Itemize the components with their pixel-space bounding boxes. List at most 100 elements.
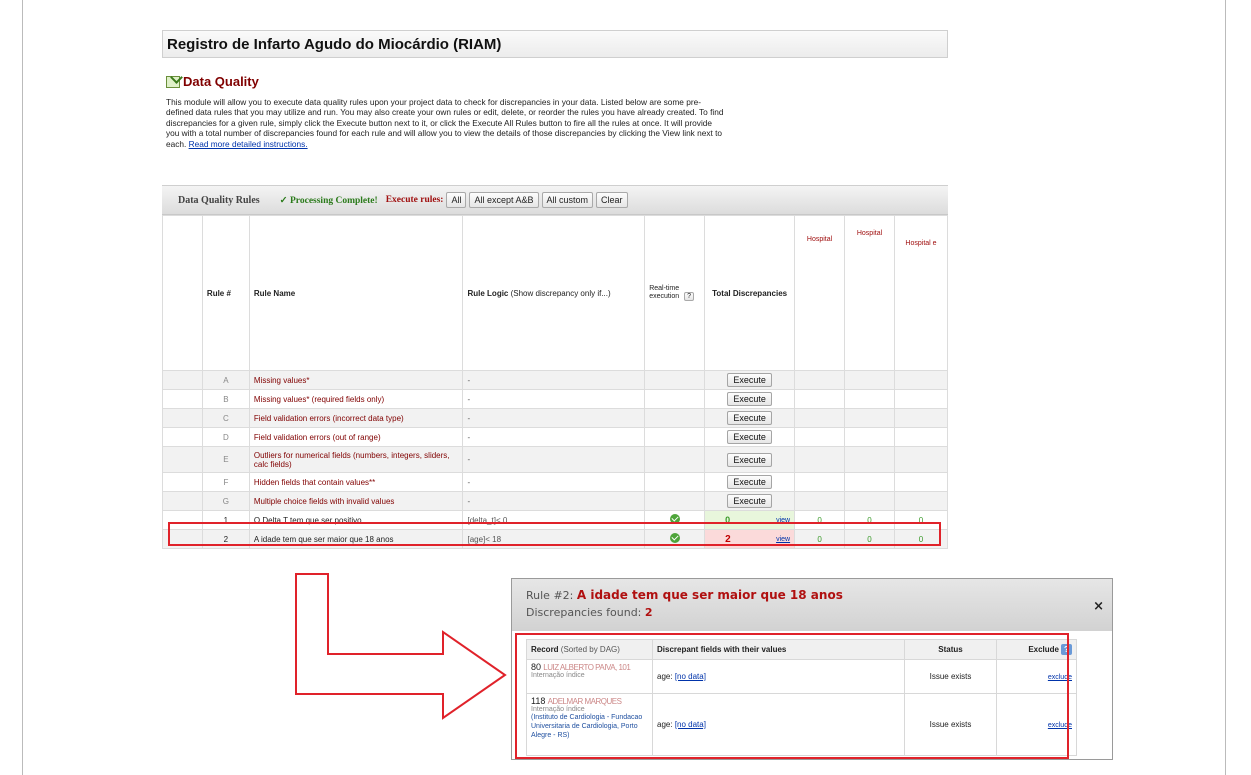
module-title-text: Data Quality	[183, 74, 259, 89]
rule-row: F Hidden fields that contain values** - …	[162, 472, 949, 492]
rule-name: Field validation errors (incorrect data …	[248, 408, 464, 428]
rule-name: Hidden fields that contain values**	[248, 472, 464, 492]
execute-button[interactable]: Execute	[727, 430, 772, 444]
rule-name: Missing values* (required fields only)	[248, 389, 464, 409]
realtime-cell	[644, 446, 706, 473]
rule-num: B	[201, 389, 250, 409]
rule-row: B Missing values* (required fields only)…	[162, 389, 949, 409]
rule-num: F	[201, 472, 250, 492]
rule-num: D	[201, 427, 250, 447]
total-cell: Execute	[704, 408, 796, 428]
rules-table: Rule # Rule Name Rule Logic (Show discre…	[162, 215, 949, 549]
hosp-cell	[844, 370, 895, 390]
rules-header-row: Rule # Rule Name Rule Logic (Show discre…	[162, 215, 949, 371]
hospital-header-2: Hospital	[844, 215, 895, 371]
hosp-cell	[893, 446, 949, 473]
blank-cell	[162, 472, 203, 492]
realtime-cell	[644, 427, 706, 447]
rule-name: Missing values*	[248, 370, 464, 390]
rule-row: C Field validation errors (incorrect dat…	[162, 408, 949, 428]
rule-logic: -	[462, 472, 646, 492]
rule-name: Multiple choice fields with invalid valu…	[248, 491, 464, 511]
rule-name: Field validation errors (out of range)	[248, 427, 464, 447]
hosp-cell	[794, 472, 846, 492]
hospital-header-1: Hospital	[794, 215, 846, 371]
rule-num: E	[201, 446, 250, 473]
blank-cell	[162, 491, 203, 511]
rule-num: A	[201, 370, 250, 390]
rule-logic: -	[462, 370, 646, 390]
realtime-cell	[644, 408, 706, 428]
blank-header	[162, 215, 203, 371]
realtime-help-button[interactable]: ?	[684, 292, 695, 301]
module-title: Data Quality	[166, 74, 259, 89]
execute-all-button[interactable]: All	[446, 192, 467, 208]
rules-toolbar: Data Quality Rules ✓ Processing Complete…	[162, 185, 948, 215]
hosp-cell	[893, 389, 949, 409]
execute-button[interactable]: Execute	[727, 373, 772, 387]
rule-logic-header: Rule Logic (Show discrepancy only if...)	[462, 215, 646, 371]
execute-all-custom-button[interactable]: All custom	[541, 192, 594, 208]
blank-cell	[162, 389, 203, 409]
rule-2-highlight-box	[168, 522, 941, 546]
hosp-cell	[844, 389, 895, 409]
execute-button[interactable]: Execute	[727, 392, 772, 406]
rules-toolbar-label: Data Quality Rules	[178, 194, 260, 206]
hosp-cell	[794, 370, 846, 390]
processing-status: ✓ Processing Complete!	[279, 195, 378, 206]
hosp-cell	[893, 472, 949, 492]
rule-name-header: Rule Name	[248, 215, 464, 371]
hosp-cell	[844, 472, 895, 492]
discrepancy-highlight-box	[515, 633, 1069, 759]
hosp-cell	[794, 491, 846, 511]
dialog-rule-title: A idade tem que ser maior que 18 anos	[576, 588, 843, 602]
hosp-cell	[844, 408, 895, 428]
dialog-found-count: 2	[644, 606, 653, 619]
intro-paragraph: This module will allow you to execute da…	[166, 97, 726, 149]
hosp-cell	[794, 427, 846, 447]
hosp-cell	[844, 427, 895, 447]
blank-cell	[162, 370, 203, 390]
rule-logic: -	[462, 389, 646, 409]
rule-logic-label: Rule Logic	[467, 288, 509, 298]
realtime-cell	[644, 472, 706, 492]
execute-button[interactable]: Execute	[727, 452, 772, 467]
data-quality-icon	[166, 75, 180, 88]
hosp-cell	[893, 427, 949, 447]
rule-row: E Outliers for numerical fields (numbers…	[162, 446, 949, 473]
execute-button[interactable]: Execute	[727, 475, 772, 489]
instructions-link[interactable]: Read more detailed instructions.	[189, 139, 308, 149]
dialog-found-line: Discrepancies found: 2	[526, 606, 1098, 619]
total-cell: Execute	[704, 446, 796, 473]
dialog-header: Rule #2: A idade tem que ser maior que 1…	[512, 579, 1112, 631]
hosp-cell	[794, 408, 846, 428]
dialog-rule-prefix: Rule #2:	[526, 589, 574, 602]
dialog-title-line: Rule #2: A idade tem que ser maior que 1…	[526, 588, 1098, 602]
clear-button[interactable]: Clear	[596, 192, 628, 208]
realtime-label: Real-time execution	[649, 285, 680, 300]
total-cell: Execute	[704, 389, 796, 409]
execute-button[interactable]: Execute	[727, 411, 772, 425]
hosp-cell	[893, 370, 949, 390]
hosp-cell	[844, 446, 895, 473]
execute-rules-label: Execute rules:	[385, 195, 444, 205]
execute-all-except-ab-button[interactable]: All except A&B	[469, 192, 539, 208]
realtime-cell	[644, 491, 706, 511]
rule-num: C	[201, 408, 250, 428]
project-title: Registro de Infarto Agudo do Miocárdio (…	[162, 30, 948, 58]
blank-cell	[162, 446, 203, 473]
redcap-main-panel: Registro de Infarto Agudo do Miocárdio (…	[162, 30, 949, 550]
hosp-cell	[844, 491, 895, 511]
rule-row: A Missing values* - Execute	[162, 370, 949, 390]
total-cell: Execute	[704, 491, 796, 511]
realtime-cell	[644, 370, 706, 390]
blank-cell	[162, 408, 203, 428]
hosp-cell	[794, 389, 846, 409]
rule-row: G Multiple choice fields with invalid va…	[162, 491, 949, 511]
execute-button[interactable]: Execute	[727, 494, 772, 508]
rule-num-header: Rule #	[201, 215, 250, 371]
blank-cell	[162, 427, 203, 447]
hosp-cell	[893, 408, 949, 428]
close-icon[interactable]: ×	[1093, 599, 1104, 614]
total-cell: Execute	[704, 472, 796, 492]
